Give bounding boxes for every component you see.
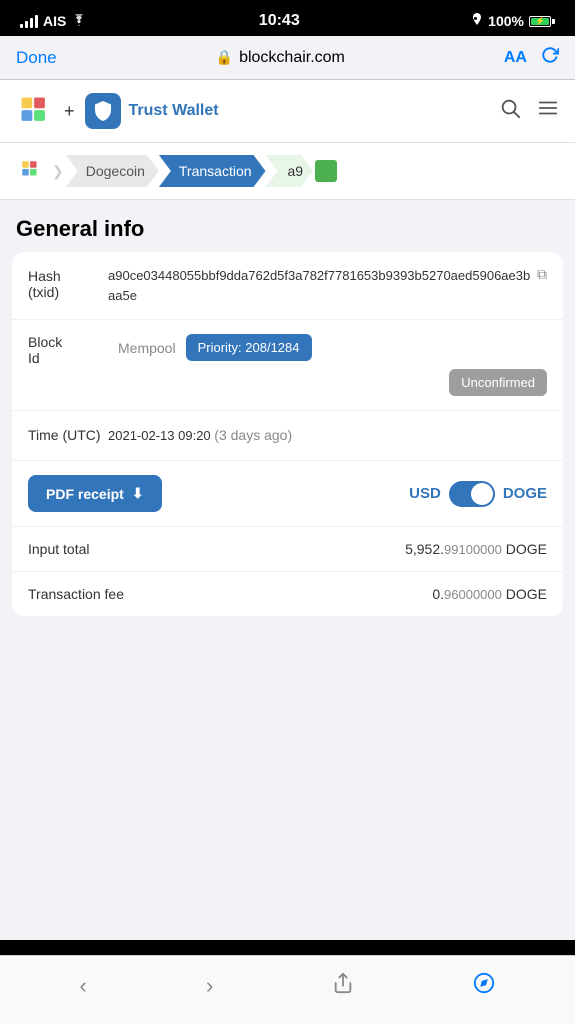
tx-fee-label: Transaction fee (28, 586, 124, 602)
reload-icon[interactable] (541, 46, 559, 69)
currency-usd-label: USD (409, 485, 441, 502)
breadcrumb-dogecoin[interactable]: Dogecoin (66, 155, 159, 187)
battery-icon: ⚡ (529, 16, 555, 27)
location-icon (471, 13, 483, 30)
input-total-row: Input total 5,952.99100000 DOGE (12, 527, 563, 572)
section-title: General info (0, 200, 575, 252)
pdf-label: PDF receipt (46, 486, 124, 502)
breadcrumb: ❯ Dogecoin Transaction a9 (0, 143, 575, 200)
input-total-value: 5,952.99100000 DOGE (405, 541, 547, 557)
block-id-content: Mempool Priority: 208/1284 Unconfirmed (118, 334, 547, 396)
aa-button[interactable]: AA (504, 49, 527, 67)
unconfirmed-badge: Unconfirmed (449, 369, 547, 396)
blockchair-logo[interactable] (16, 92, 54, 130)
toggle-knob (471, 483, 493, 505)
block-id-mempool: Mempool Priority: 208/1284 (118, 334, 547, 361)
tx-fee-currency: DOGE (506, 586, 547, 602)
hash-value[interactable]: a90ce03448055bbf9dda762d5f3a782f7781653b… (108, 266, 531, 305)
time-hour: 09:20 (178, 428, 211, 443)
signal-bars (20, 14, 38, 28)
header-actions (499, 97, 559, 125)
battery-percent: 100% (488, 13, 524, 29)
copy-icon[interactable]: ⧉ (537, 266, 547, 283)
status-right: 100% ⚡ (471, 13, 555, 30)
breadcrumb-hash-short[interactable]: a9 (266, 155, 314, 187)
wifi-icon (71, 13, 87, 29)
trust-wallet-label: Trust Wallet (129, 102, 219, 120)
trust-wallet-badge[interactable]: Trust Wallet (85, 93, 219, 129)
breadcrumb-separator-1: ❯ (52, 163, 64, 180)
time-row: Time (UTC) 2021-02-13 09:20 (3 days ago) (12, 411, 563, 461)
currency-doge-label: DOGE (503, 485, 547, 502)
back-button[interactable]: ‹ (64, 969, 103, 1003)
url-text: blockchair.com (239, 49, 345, 67)
time-value: 2021-02-13 09:20 (3 days ago) (108, 425, 547, 446)
share-button[interactable] (316, 968, 370, 1004)
time-relative: (3 days ago) (214, 427, 292, 443)
compass-button[interactable] (457, 968, 511, 1004)
tx-fee-decimal: 96000000 (444, 587, 502, 602)
browser-actions: AA (504, 46, 559, 69)
bottom-spacer (0, 628, 575, 708)
plus-icon: + (64, 101, 75, 122)
lock-icon: 🔒 (216, 49, 233, 66)
input-total-decimal: 99100000 (444, 542, 502, 557)
status-left: AIS (20, 13, 87, 29)
receipt-row: PDF receipt ⬇ USD DOGE (12, 461, 563, 527)
site-header: + Trust Wallet (0, 80, 575, 143)
tx-fee-value: 0.96000000 DOGE (432, 586, 547, 602)
hash-label: Hash(txid) (28, 266, 108, 300)
hash-value-container: a90ce03448055bbf9dda762d5f3a782f7781653b… (108, 266, 547, 305)
url-bar: 🔒 blockchair.com (216, 49, 345, 67)
info-card: Hash(txid) a90ce03448055bbf9dda762d5f3a7… (12, 252, 563, 616)
trust-wallet-icon (85, 93, 121, 129)
unconfirmed-container: Unconfirmed (118, 369, 547, 396)
input-total-main: 5,952. (405, 541, 444, 557)
status-time: 10:43 (259, 12, 300, 30)
breadcrumb-home[interactable] (14, 153, 50, 189)
block-id-row: BlockId Mempool Priority: 208/1284 Uncon… (12, 320, 563, 411)
browser-bar: Done 🔒 blockchair.com AA (0, 36, 575, 80)
search-icon[interactable] (499, 97, 521, 125)
time-label: Time (UTC) (28, 425, 108, 443)
input-total-currency: DOGE (506, 541, 547, 557)
tx-fee-row: Transaction fee 0.96000000 DOGE (12, 572, 563, 616)
currency-toggle[interactable]: USD DOGE (409, 481, 547, 507)
bottom-nav: ‹ › (0, 955, 575, 1024)
currency-switch[interactable] (449, 481, 495, 507)
block-id-label: BlockId (28, 334, 108, 366)
mempool-text: Mempool (118, 340, 176, 356)
carrier-label: AIS (43, 13, 66, 29)
tx-fee-main: 0. (432, 586, 444, 602)
status-bar: AIS 10:43 100% ⚡ (0, 0, 575, 36)
hash-row: Hash(txid) a90ce03448055bbf9dda762d5f3a7… (12, 252, 563, 320)
download-icon: ⬇ (132, 485, 144, 502)
pdf-receipt-button[interactable]: PDF receipt ⬇ (28, 475, 162, 512)
time-date: 2021-02-13 (108, 428, 175, 443)
breadcrumb-color-indicator (315, 160, 337, 182)
input-total-label: Input total (28, 541, 90, 557)
menu-icon[interactable] (537, 97, 559, 125)
page-content: + Trust Wallet (0, 80, 575, 940)
breadcrumb-transaction[interactable]: Transaction (159, 155, 266, 187)
priority-badge: Priority: 208/1284 (186, 334, 312, 361)
done-button[interactable]: Done (16, 48, 57, 68)
forward-button[interactable]: › (190, 969, 229, 1003)
